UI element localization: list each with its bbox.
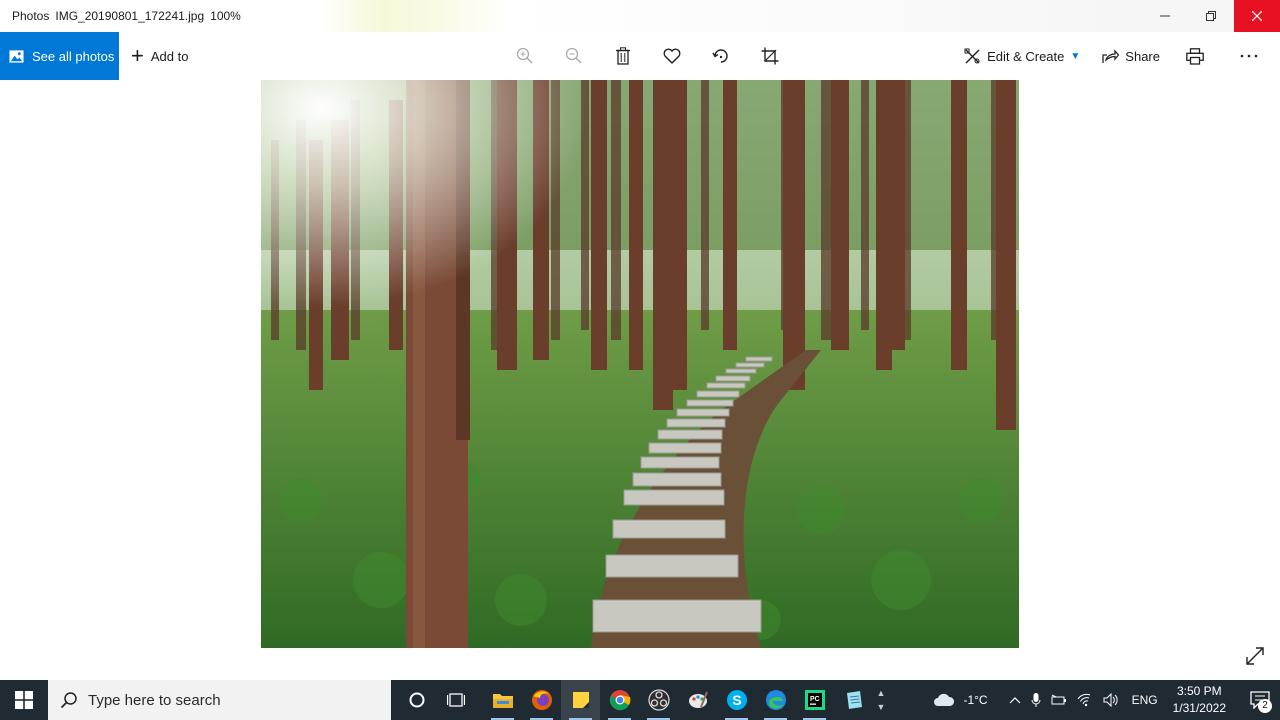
weather-temp: -1°C (963, 693, 988, 707)
firefox-icon (531, 690, 552, 710)
pycharm-button[interactable]: PC (795, 680, 834, 720)
edge-button[interactable] (756, 680, 795, 720)
weather-widget[interactable]: -1°C (933, 693, 988, 707)
zoom-out-icon (565, 47, 582, 64)
add-to-label: Add to (150, 48, 189, 64)
edit-create-label: Edit & Create (987, 48, 1065, 64)
title-bar: Photos IMG_20190801_172241.jpg 100% (0, 0, 1280, 32)
plus-icon: + (131, 43, 144, 68)
edge-icon (765, 690, 786, 710)
more-icon (1240, 54, 1258, 58)
task-view-icon (446, 693, 465, 707)
crop-icon (761, 47, 778, 65)
share-label: Share (1125, 48, 1160, 64)
app-name: Photos (12, 9, 50, 23)
window-controls (1142, 0, 1280, 32)
toolbar-right: Edit & Create ▼ Share (964, 32, 1280, 80)
expand-icon[interactable] (1244, 645, 1266, 667)
edit-create-button[interactable]: Edit & Create ▼ (964, 48, 1080, 65)
obs-icon (647, 689, 670, 711)
task-view-button[interactable] (436, 680, 475, 720)
microphone-icon[interactable] (1031, 692, 1041, 708)
favorite-button[interactable] (647, 32, 696, 80)
zoom-level: 100% (210, 9, 241, 23)
taskbar-search-box[interactable]: Type here to search (48, 680, 391, 720)
notepad-icon (846, 691, 862, 709)
sticky-notes-icon (572, 692, 589, 708)
window-title: Photos IMG_20190801_172241.jpg 100% (0, 9, 247, 23)
photo-viewer-image[interactable] (261, 80, 1019, 648)
wifi-icon[interactable] (1077, 693, 1093, 707)
language-indicator[interactable]: ENG (1132, 693, 1158, 707)
taskbar-scroll[interactable]: ▲ ▼ (873, 680, 889, 720)
chrome-button[interactable] (600, 680, 639, 720)
chevron-down-icon[interactable]: ▼ (877, 700, 886, 714)
obs-button[interactable] (639, 680, 678, 720)
battery-icon[interactable] (1051, 694, 1067, 706)
notepad-button[interactable] (834, 680, 873, 720)
chevron-down-icon: ▼ (1070, 50, 1081, 62)
toolbar: See all photos + Add to Edit & Create ▼ … (0, 32, 1280, 80)
rotate-button[interactable] (696, 32, 745, 80)
close-icon (1252, 11, 1262, 21)
clock-date: 1/31/2022 (1172, 701, 1226, 715)
zoom-out-button[interactable] (549, 32, 598, 80)
firefox-button[interactable] (522, 680, 561, 720)
restore-button[interactable] (1188, 0, 1234, 32)
start-button[interactable] (0, 680, 48, 720)
taskbar: Type here to search S PC ▲ ▼ -1°C ENG 3:… (0, 680, 1280, 720)
skype-icon: S (726, 690, 747, 710)
file-explorer-button[interactable] (483, 680, 522, 720)
svg-text:PC: PC (810, 696, 820, 703)
minimize-icon (1160, 15, 1170, 17)
rotate-icon (711, 49, 728, 63)
search-placeholder: Type here to search (88, 691, 221, 709)
cortana-button[interactable] (397, 680, 436, 720)
file-name: IMG_20190801_172241.jpg (55, 9, 205, 23)
edit-create-icon (964, 48, 980, 63)
pycharm-icon: PC (804, 690, 825, 710)
chrome-icon (609, 690, 630, 711)
forest-path-photo (261, 80, 1019, 648)
share-icon (1102, 48, 1120, 63)
heart-icon (663, 48, 680, 64)
share-button[interactable]: Share (1102, 49, 1160, 64)
zoom-in-icon (516, 47, 533, 64)
file-explorer-icon (492, 694, 513, 708)
delete-icon (615, 47, 630, 65)
chevron-up-icon[interactable]: ▲ (877, 686, 886, 700)
chevron-up-icon[interactable] (1009, 696, 1021, 704)
system-tray: -1°C ENG 3:50 PM 1/31/2022 2 (933, 680, 1280, 720)
add-to-button[interactable]: + Add to (131, 45, 188, 67)
delete-button[interactable] (598, 32, 647, 80)
minimize-button[interactable] (1142, 0, 1188, 32)
notification-count: 2 (1258, 699, 1272, 713)
photos-app: Photos IMG_20190801_172241.jpg 100% See al… (0, 0, 1280, 680)
print-icon (1186, 47, 1204, 65)
paint-icon (688, 691, 708, 708)
restore-icon (1206, 11, 1216, 21)
skype-button[interactable]: S (717, 680, 756, 720)
close-button[interactable] (1234, 0, 1280, 32)
photo-tools (500, 32, 794, 80)
see-all-photos-button[interactable]: See all photos (0, 32, 119, 80)
windows-logo-icon (15, 691, 33, 709)
paint-button[interactable] (678, 680, 717, 720)
clock[interactable]: 3:50 PM 1/31/2022 (1173, 683, 1226, 717)
print-button[interactable] (1186, 47, 1210, 65)
action-center-button[interactable]: 2 (1240, 680, 1280, 720)
sticky-notes-button[interactable] (561, 680, 600, 720)
cloud-icon (934, 693, 955, 706)
crop-button[interactable] (745, 32, 794, 80)
volume-icon[interactable] (1103, 693, 1119, 707)
photo-icon (9, 49, 24, 63)
clock-time: 3:50 PM (1176, 684, 1222, 698)
cortana-icon (409, 692, 424, 708)
search-icon (60, 692, 77, 709)
see-all-photos-label: See all photos (32, 48, 115, 64)
zoom-in-button[interactable] (500, 32, 549, 80)
svg-text:S: S (732, 692, 741, 708)
more-options-button[interactable] (1240, 54, 1264, 58)
